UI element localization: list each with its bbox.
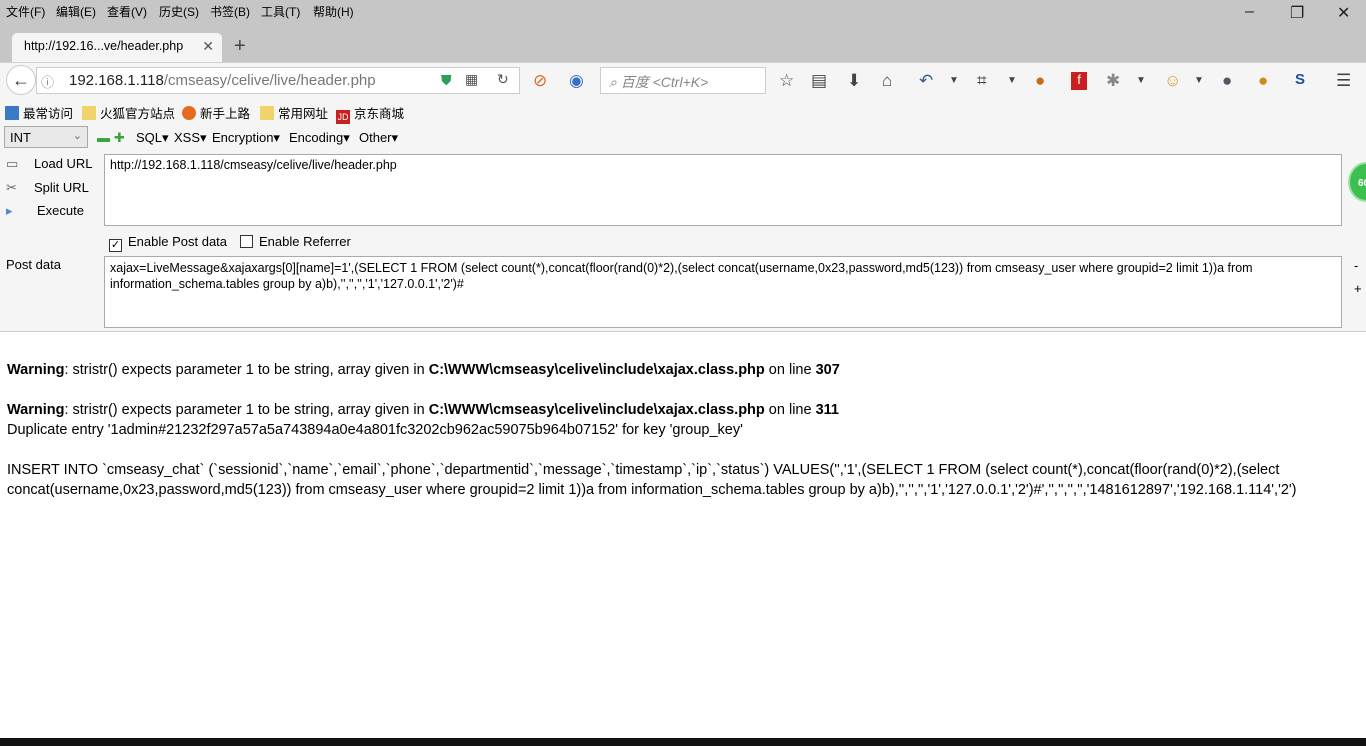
menu-encoding[interactable]: Encoding▾ bbox=[289, 130, 350, 146]
tab-close-icon[interactable]: ✕ bbox=[202, 38, 214, 55]
menu-view[interactable]: 查看(V) bbox=[107, 3, 147, 20]
chat-icon[interactable]: ● bbox=[1222, 71, 1232, 91]
load-url-button[interactable]: ▭ Load URL bbox=[6, 156, 93, 172]
url-path: /cmseasy/celive/live/header.php bbox=[163, 72, 376, 89]
bookmark-jd[interactable]: JD 京东商城 bbox=[336, 103, 404, 124]
play-icon: ▸ bbox=[6, 203, 13, 218]
menu-bookmarks[interactable]: 书签(B) bbox=[210, 3, 250, 20]
post-data-textarea[interactable]: xajax=LiveMessage&xajaxargs[0][name]=1',… bbox=[104, 256, 1342, 328]
menu-tools[interactable]: 工具(T) bbox=[261, 3, 300, 20]
dropdown-icon[interactable]: ▼ bbox=[1007, 75, 1017, 86]
menu-bar: 文件(F) 编辑(E) 查看(V) 历史(S) 书签(B) 工具(T) 帮助(H… bbox=[0, 0, 1366, 26]
folder-icon bbox=[82, 106, 96, 120]
menu-other[interactable]: Other▾ bbox=[359, 130, 398, 146]
back-button[interactable]: ← bbox=[6, 65, 36, 95]
firebug-icon[interactable]: ● bbox=[1035, 71, 1045, 91]
dropdown-icon[interactable]: ▼ bbox=[949, 75, 959, 86]
taskbar bbox=[0, 738, 1366, 746]
minimize-button[interactable]: – bbox=[1245, 3, 1254, 21]
search-placeholder: 百度 <Ctrl+K> bbox=[620, 74, 709, 90]
l-extension-icon[interactable]: ● bbox=[1258, 71, 1268, 91]
undo-icon[interactable]: ↶ bbox=[919, 71, 933, 91]
dropdown-icon[interactable]: ▼ bbox=[1194, 75, 1204, 86]
tab-active[interactable]: http://192.16...ve/header.php ✕ bbox=[12, 33, 222, 63]
decrease-icon[interactable]: ▬ bbox=[97, 130, 110, 145]
qr-code-icon[interactable]: ▦ bbox=[465, 71, 478, 88]
jd-icon: JD bbox=[336, 110, 350, 124]
nav-bar: ⓘ 192.168.1.118/cmseasy/celive/live/head… bbox=[0, 62, 1366, 98]
checkmark-icon: ✓ bbox=[109, 239, 122, 252]
bookmark-getting-started[interactable]: 新手上路 bbox=[182, 103, 250, 122]
menu-sql[interactable]: SQL▾ bbox=[136, 130, 169, 146]
search-icon: ⌕ bbox=[609, 74, 621, 90]
close-window-button[interactable]: ✕ bbox=[1337, 3, 1350, 23]
bookmark-most-visited[interactable]: 最常访问 bbox=[5, 103, 73, 122]
enable-post-checkbox[interactable]: ✓ Enable Post data bbox=[109, 234, 227, 252]
reading-list-icon[interactable]: ▤ bbox=[811, 71, 827, 91]
menu-encryption[interactable]: Encryption▾ bbox=[212, 130, 280, 146]
restore-button[interactable]: ❐ bbox=[1290, 3, 1304, 23]
tab-title: http://192.16...ve/header.php bbox=[24, 39, 184, 53]
bookmark-star-icon[interactable]: ☆ bbox=[779, 71, 794, 91]
info-icon[interactable]: ⓘ bbox=[41, 72, 54, 91]
hamburger-menu-icon[interactable]: ☰ bbox=[1336, 71, 1351, 91]
bookmark-firefox-sites[interactable]: 火狐官方站点 bbox=[82, 103, 175, 122]
menu-history[interactable]: 历史(S) bbox=[159, 3, 199, 20]
execute-button[interactable]: ▸ Execute bbox=[6, 203, 84, 219]
bookmarks-bar: 最常访问 火狐官方站点 新手上路 常用网址 JD 京东商城 bbox=[0, 98, 1366, 124]
enable-referrer-checkbox[interactable]: Enable Referrer bbox=[240, 234, 351, 249]
url-host: 192.168.1.118 bbox=[69, 72, 164, 89]
firefox-icon bbox=[182, 106, 196, 120]
search-input[interactable]: ⌕ 百度 <Ctrl+K> bbox=[600, 67, 766, 94]
page-content: Warning: stristr() expects parameter 1 t… bbox=[7, 360, 1337, 500]
s-extension-icon[interactable]: S bbox=[1295, 71, 1305, 88]
shrink-button[interactable]: - bbox=[1354, 258, 1358, 273]
checkbox-box bbox=[240, 235, 253, 248]
dropdown-icon[interactable]: ▼ bbox=[1136, 75, 1146, 86]
url-textarea[interactable]: http://192.168.1.118/cmseasy/celive/live… bbox=[104, 154, 1342, 226]
bookmark-icon bbox=[5, 106, 19, 120]
menu-edit[interactable]: 编辑(E) bbox=[56, 3, 96, 20]
menu-xss[interactable]: XSS▾ bbox=[174, 130, 207, 146]
load-icon: ▭ bbox=[6, 156, 19, 171]
menu-file[interactable]: 文件(F) bbox=[6, 3, 45, 20]
post-data-label: Post data bbox=[6, 257, 61, 272]
download-icon[interactable]: ⬇ bbox=[847, 71, 861, 91]
increase-icon[interactable]: ✚ bbox=[114, 130, 125, 146]
warning-message: Warning: stristr() expects parameter 1 t… bbox=[7, 362, 840, 378]
folder-icon bbox=[260, 106, 274, 120]
expand-button[interactable]: + bbox=[1354, 281, 1362, 296]
flash-icon[interactable]: f bbox=[1071, 72, 1087, 90]
new-tab-button[interactable]: + bbox=[234, 35, 246, 58]
scissors-icon: ✂ bbox=[6, 180, 17, 195]
home-icon[interactable]: ⌂ bbox=[882, 71, 892, 91]
bug-icon[interactable]: ✱ bbox=[1106, 71, 1120, 91]
insert-query: INSERT INTO `cmseasy_chat` (`sessionid`,… bbox=[7, 462, 1297, 498]
split-url-button[interactable]: ✂ Split URL bbox=[6, 180, 89, 196]
warning-message: Warning: stristr() expects parameter 1 t… bbox=[7, 402, 839, 418]
reload-icon[interactable]: ↻ bbox=[497, 71, 509, 88]
monkey-icon[interactable]: ☺ bbox=[1164, 71, 1181, 91]
shield-icon[interactable]: ⛊ bbox=[441, 72, 452, 89]
bookmark-common-sites[interactable]: 常用网址 bbox=[260, 103, 328, 122]
hackbar-panel: INT ⌄ ▬ ✚ SQL▾ XSS▾ Encryption▾ Encoding▾… bbox=[0, 124, 1366, 332]
menu-help[interactable]: 帮助(H) bbox=[313, 3, 354, 20]
duplicate-entry-error: Duplicate entry '1admin#21232f297a57a5a7… bbox=[7, 422, 743, 438]
type-select[interactable]: INT ⌄ bbox=[4, 126, 88, 148]
adblock-icon[interactable]: ⊘ bbox=[533, 71, 547, 91]
address-bar[interactable]: ⓘ 192.168.1.118/cmseasy/celive/live/head… bbox=[36, 67, 520, 94]
network-icon[interactable]: ◉ bbox=[569, 71, 584, 91]
crop-icon[interactable]: ⌗ bbox=[977, 71, 987, 91]
chevron-down-icon: ⌄ bbox=[72, 130, 82, 142]
